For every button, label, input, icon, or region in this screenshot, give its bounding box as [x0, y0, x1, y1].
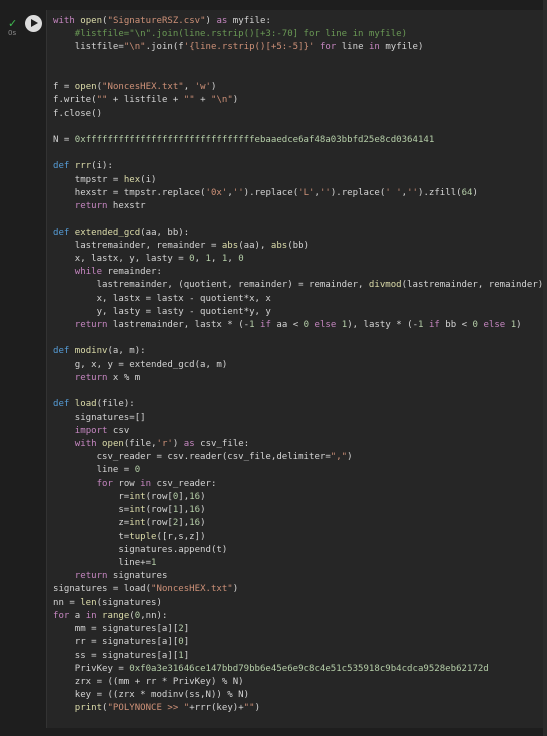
code-line[interactable] — [53, 121, 543, 134]
code-line[interactable]: def extended_gcd(aa, bb): — [53, 227, 543, 240]
code-line[interactable] — [53, 385, 543, 398]
code-line[interactable]: g, x, y = extended_gcd(a, m) — [53, 359, 543, 372]
code-line[interactable]: return signatures — [53, 570, 543, 583]
code-line[interactable]: for row in csv_reader: — [53, 478, 543, 491]
code-line[interactable]: y, lasty = lasty - quotient*y, y — [53, 306, 543, 319]
code-lines[interactable]: with open("SignatureRSZ.csv") as myfile:… — [53, 15, 543, 716]
code-line[interactable]: t=tuple([r,s,z]) — [53, 531, 543, 544]
code-line[interactable]: signatures = load("NoncesHEX.txt") — [53, 583, 543, 596]
code-line[interactable]: f.close() — [53, 108, 543, 121]
code-line[interactable]: while remainder: — [53, 266, 543, 279]
code-line[interactable]: return x % m — [53, 372, 543, 385]
code-line[interactable]: lastremainder, remainder = abs(aa), abs(… — [53, 240, 543, 253]
code-line[interactable]: for a in range(0,nn): — [53, 610, 543, 623]
code-line[interactable]: signatures=[] — [53, 412, 543, 425]
code-line[interactable]: PrivKey = 0xf0a3e31646ce147bbd79bb6e45e6… — [53, 663, 543, 676]
code-line[interactable]: lastremainder, (quotient, remainder) = r… — [53, 279, 544, 292]
code-line[interactable]: def load(file): — [53, 398, 543, 411]
code-line[interactable]: N = 0xfffffffffffffffffffffffffffffffeba… — [53, 134, 543, 147]
code-line[interactable]: ss = signatures[a][1] — [53, 650, 543, 663]
code-line[interactable]: tmpstr = hex(i) — [53, 174, 543, 187]
code-line[interactable] — [53, 68, 543, 81]
cell-gutter: ✓ 0s — [0, 0, 22, 736]
code-line[interactable]: import csv — [53, 425, 543, 438]
code-line[interactable]: z=int(row[2],16) — [53, 517, 543, 530]
notebook-code-cell: ✓ 0s with open("SignatureRSZ.csv") as my… — [0, 0, 547, 736]
code-editor[interactable]: with open("SignatureRSZ.csv") as myfile:… — [46, 10, 544, 728]
code-line[interactable]: def modinv(a, m): — [53, 345, 543, 358]
code-line[interactable] — [53, 147, 543, 160]
code-line[interactable]: with open(file,'r') as csv_file: — [53, 438, 543, 451]
code-line[interactable] — [53, 213, 543, 226]
code-line[interactable]: return hexstr — [53, 200, 543, 213]
code-line[interactable]: return lastremainder, lastx * (-1 if aa … — [53, 319, 543, 332]
code-line[interactable]: with open("SignatureRSZ.csv") as myfile: — [53, 15, 543, 28]
code-line[interactable]: def rrr(i): — [53, 160, 543, 173]
code-line[interactable]: #listfile="\n".join(line.rstrip()[+3:-70… — [53, 28, 543, 41]
code-line[interactable]: signatures.append(t) — [53, 544, 543, 557]
code-line[interactable]: s=int(row[1],16) — [53, 504, 543, 517]
code-line[interactable]: listfile="\n".join(f'{line.rstrip()[+5:-… — [53, 41, 543, 54]
code-line[interactable]: csv_reader = csv.reader(csv_file,delimit… — [53, 451, 543, 464]
code-line[interactable] — [53, 55, 543, 68]
code-line[interactable]: key = ((zrx * modinv(ss,N)) % N) — [53, 689, 543, 702]
execution-success-icon: ✓ — [8, 17, 18, 30]
code-line[interactable]: mm = signatures[a][2] — [53, 623, 543, 636]
code-line[interactable]: rr = signatures[a][0] — [53, 636, 543, 649]
code-line[interactable]: f = open("NoncesHEX.txt", 'w') — [53, 81, 543, 94]
code-line[interactable]: zrx = ((mm + rr * PrivKey) % N) — [53, 676, 543, 689]
code-line[interactable]: line = 0 — [53, 464, 543, 477]
code-line[interactable]: hexstr = tmpstr.replace('0x','').replace… — [53, 187, 543, 200]
code-line[interactable]: r=int(row[0],16) — [53, 491, 543, 504]
code-line[interactable]: x, lastx, y, lasty = 0, 1, 1, 0 — [53, 253, 543, 266]
code-line[interactable]: line+=1 — [53, 557, 543, 570]
scrollbar-track[interactable] — [543, 0, 547, 736]
code-line[interactable]: x, lastx = lastx - quotient*x, x — [53, 293, 543, 306]
code-line[interactable] — [53, 332, 543, 345]
code-line[interactable]: print("POLYNONCE >> "+rrr(key)+"") — [53, 702, 543, 715]
code-line[interactable]: f.write("" + listfile + "" + "\n") — [53, 94, 543, 107]
code-line[interactable]: nn = len(signatures) — [53, 597, 543, 610]
execution-time: 0s — [8, 29, 17, 37]
run-cell-button[interactable] — [25, 15, 42, 32]
